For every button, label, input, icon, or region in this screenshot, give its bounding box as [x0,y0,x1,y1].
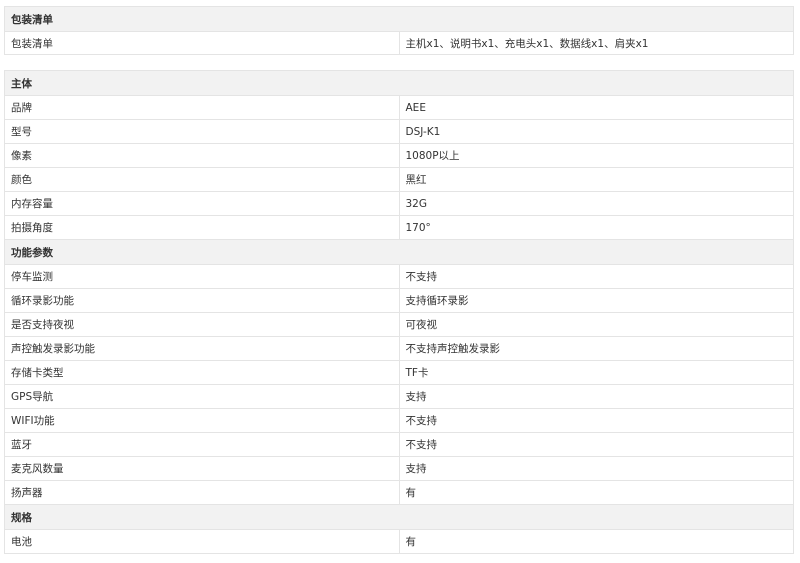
spec-value: 不支持 [398,408,794,433]
spec-value: 32G [398,191,794,216]
packing-list-table: 包装清单 包装清单 主机x1、说明书x1、充电头x1、数据线x1、肩夹x1 [4,6,794,55]
spec-key: 品牌 [4,95,400,120]
spec-value: 170° [398,215,794,240]
spec-key: GPS导航 [4,384,400,409]
spec-key: WIFI功能 [4,408,400,433]
section-title: 主体 [4,70,794,96]
spec-key: 电池 [4,529,400,554]
spec-value: AEE [398,95,794,120]
spec-value: 可夜视 [398,312,794,337]
spec-value: 主机x1、说明书x1、充电头x1、数据线x1、肩夹x1 [398,31,794,55]
table-row: 扬声器 有 [4,480,794,505]
table-row: 品牌 AEE [4,95,794,120]
table-row: 麦克风数量 支持 [4,456,794,481]
spec-value: 不支持 [398,264,794,289]
spec-table: 主体 品牌 AEE 型号 DSJ-K1 像素 1080P以上 颜色 黑红 内存容… [4,70,794,554]
spec-key: 麦克风数量 [4,456,400,481]
spec-key: 包装清单 [4,31,400,55]
spec-value: 有 [398,480,794,505]
table-row: 内存容量 32G [4,191,794,216]
spec-value: 支持 [398,384,794,409]
spec-key: 是否支持夜视 [4,312,400,337]
spec-key: 声控触发录影功能 [4,336,400,361]
section-header-features: 功能参数 [4,239,794,265]
table-row: 拍摄角度 170° [4,215,794,240]
spec-key: 循环录影功能 [4,288,400,313]
table-row: 停车监测 不支持 [4,264,794,289]
spec-value: 不支持 [398,432,794,457]
spec-key: 型号 [4,119,400,144]
spec-value: 1080P以上 [398,143,794,168]
spec-value: 支持 [398,456,794,481]
table-row: 包装清单 主机x1、说明书x1、充电头x1、数据线x1、肩夹x1 [4,31,794,55]
section-title: 规格 [4,504,794,530]
table-row: WIFI功能 不支持 [4,408,794,433]
table-row: 型号 DSJ-K1 [4,119,794,144]
table-row: 蓝牙 不支持 [4,432,794,457]
spec-value: 有 [398,529,794,554]
section-header-packing: 包装清单 [4,6,794,32]
spec-value: 黑红 [398,167,794,192]
section-header-specs: 规格 [4,504,794,530]
spec-key: 颜色 [4,167,400,192]
table-row: 存储卡类型 TF卡 [4,360,794,385]
spec-key: 拍摄角度 [4,215,400,240]
section-title: 包装清单 [4,6,794,32]
table-row: 是否支持夜视 可夜视 [4,312,794,337]
table-row: 声控触发录影功能 不支持声控触发录影 [4,336,794,361]
section-title: 功能参数 [4,239,794,265]
spec-key: 内存容量 [4,191,400,216]
table-row: 电池 有 [4,529,794,554]
spec-value: TF卡 [398,360,794,385]
spec-value: DSJ-K1 [398,119,794,144]
spec-key: 扬声器 [4,480,400,505]
spec-value: 不支持声控触发录影 [398,336,794,361]
table-row: 循环录影功能 支持循环录影 [4,288,794,313]
spec-key: 存储卡类型 [4,360,400,385]
spec-value: 支持循环录影 [398,288,794,313]
table-row: 颜色 黑红 [4,167,794,192]
table-row: GPS导航 支持 [4,384,794,409]
table-row: 像素 1080P以上 [4,143,794,168]
spec-key: 像素 [4,143,400,168]
spec-key: 蓝牙 [4,432,400,457]
section-header-main-body: 主体 [4,70,794,96]
spec-key: 停车监测 [4,264,400,289]
